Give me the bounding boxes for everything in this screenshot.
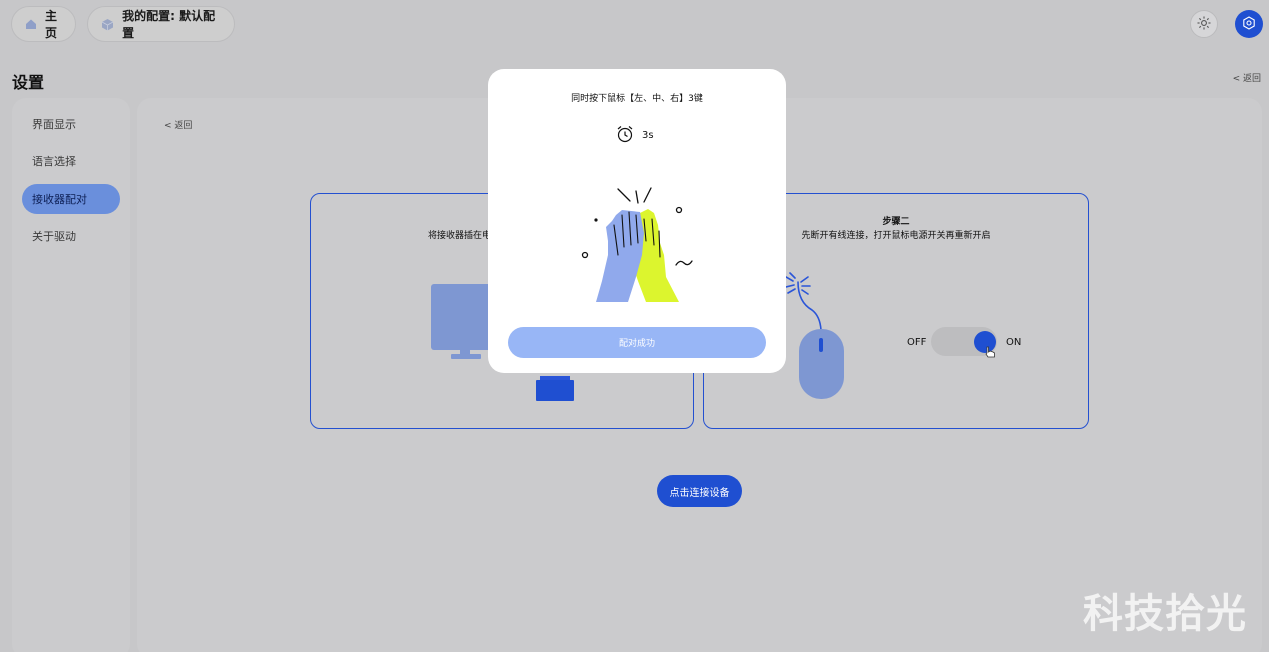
sidebar-item-display[interactable]: 界面显示 — [22, 109, 120, 139]
step1-description: 将接收器插在电 — [428, 231, 492, 241]
sidebar-item-label: 关于驱动 — [32, 230, 76, 243]
modal-title: 同时按下鼠标【左、中、右】3键 — [571, 94, 703, 104]
settings-button[interactable] — [1235, 10, 1263, 38]
modal-timer: 3s — [616, 125, 654, 146]
sidebar: 界面显示 语言选择 接收器配对 关于驱动 — [12, 98, 130, 652]
sidebar-item-label: 语言选择 — [32, 155, 76, 168]
mouse-illustration — [785, 272, 848, 406]
theme-toggle-button[interactable] — [1190, 10, 1218, 38]
cube-icon — [101, 17, 114, 31]
sidebar-item-language[interactable]: 语言选择 — [22, 146, 120, 176]
toggle-off-label: OFF — [907, 337, 927, 348]
home-button[interactable]: 主页 — [11, 6, 76, 42]
profile-selector[interactable]: 我的配置: 默认配置 — [87, 6, 235, 42]
pairing-success-button[interactable]: 配对成功 — [508, 327, 766, 358]
connect-device-button[interactable]: 点击连接设备 — [657, 475, 742, 507]
home-label: 主页 — [45, 9, 58, 40]
hand-cursor-icon — [983, 344, 997, 363]
pairing-modal: 同时按下鼠标【左、中、右】3键 3s 配对成功 — [488, 69, 786, 373]
page-title: 设置 — [12, 73, 45, 92]
watermark-text: 科技拾光 — [1083, 591, 1247, 637]
sun-icon — [1197, 15, 1211, 34]
sidebar-item-receiver-pairing[interactable]: 接收器配对 — [22, 184, 120, 214]
home-icon — [25, 17, 37, 31]
profile-label: 我的配置: 默认配置 — [122, 9, 216, 40]
sidebar-item-about-driver[interactable]: 关于驱动 — [22, 221, 120, 251]
alarm-clock-icon — [616, 125, 634, 146]
gear-icon — [1242, 15, 1256, 34]
toggle-on-label: ON — [1006, 337, 1022, 348]
sidebar-item-label: 界面显示 — [32, 118, 76, 131]
receiver-icon — [536, 376, 574, 405]
main-back-link[interactable]: < 返回 — [164, 118, 192, 131]
timer-value: 3s — [642, 130, 654, 141]
top-back-link[interactable]: < 返回 — [1233, 71, 1261, 84]
sidebar-item-label: 接收器配对 — [32, 193, 87, 206]
high-five-illustration — [578, 185, 696, 311]
